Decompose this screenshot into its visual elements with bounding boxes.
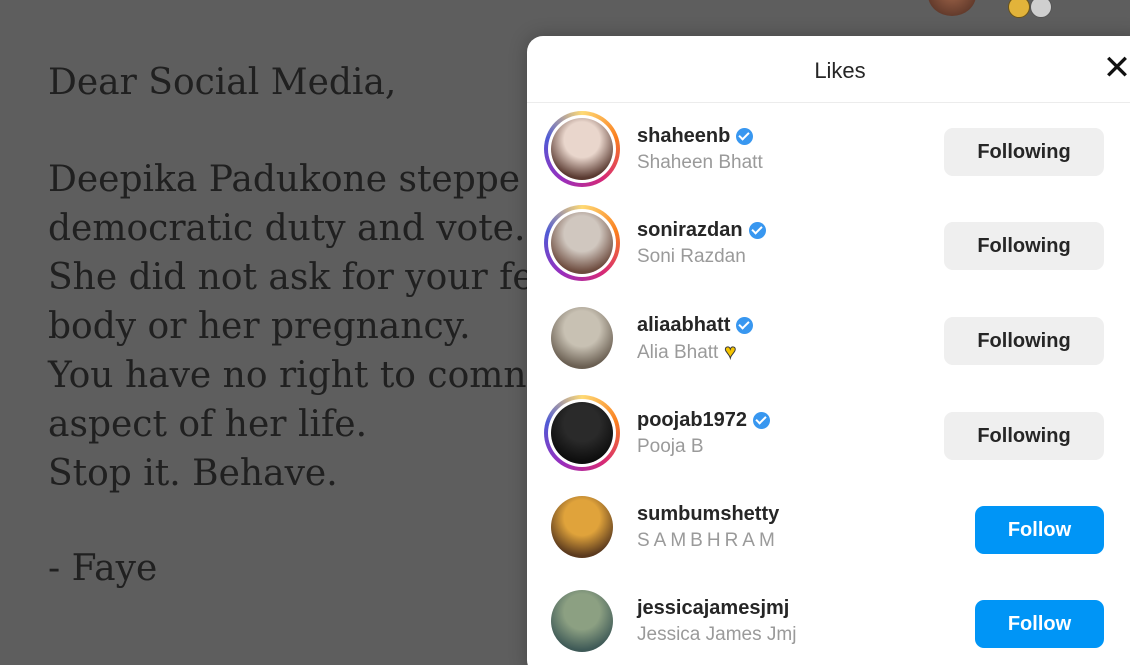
likes-modal: Likes ✕ shaheenb Shaheen Bhatt Following so… — [527, 36, 1130, 665]
full-name: Jessica James Jmj — [637, 624, 796, 646]
post-line: She did not ask for your fe — [48, 257, 534, 298]
profile-photo — [551, 307, 613, 369]
post-greeting: Dear Social Media, — [48, 62, 397, 103]
post-line: You have no right to comn — [48, 355, 527, 396]
username-text: poojab1972 — [637, 409, 748, 431]
modal-title: Likes — [814, 58, 866, 83]
full-name-text: Alia Bhatt — [637, 341, 719, 363]
follow-button[interactable]: Follow — [975, 506, 1104, 554]
full-name: Pooja B — [637, 436, 770, 458]
post-line: Stop it. Behave. — [48, 453, 338, 494]
username-text: jessicajamesjmj — [637, 597, 790, 619]
full-name: Shaheen Bhatt — [637, 152, 763, 174]
following-button[interactable]: Following — [944, 128, 1104, 176]
profile-photo — [551, 496, 613, 558]
post-signature: - Faye — [48, 548, 158, 589]
following-button[interactable]: Following — [944, 222, 1104, 270]
laugh-reaction-icon — [1008, 0, 1030, 18]
follow-button[interactable]: Follow — [975, 600, 1104, 648]
modal-header: Likes ✕ — [527, 36, 1130, 103]
avatar-frame — [548, 115, 616, 183]
verified-badge-icon — [753, 412, 771, 429]
like-reaction-icon — [1030, 0, 1052, 18]
profile-photo — [551, 590, 613, 652]
username-text: sonirazdan — [637, 219, 743, 241]
list-item[interactable]: aliaabhatt Alia Bhatt ♥ Following — [527, 291, 1130, 385]
username[interactable]: sonirazdan — [637, 219, 766, 242]
username[interactable]: shaheenb — [637, 125, 763, 148]
post-line: aspect of her life. — [48, 404, 368, 445]
full-name-text: Jessica James Jmj — [637, 624, 797, 645]
username-text: sumbumshetty — [637, 503, 780, 525]
username[interactable]: poojab1972 — [637, 409, 771, 432]
full-name: SAMBHRAM — [637, 530, 779, 552]
post-line: democratic duty and vote. — [48, 208, 526, 249]
profile-photo — [551, 118, 613, 180]
following-button[interactable]: Following — [944, 412, 1104, 460]
avatar-frame — [548, 399, 616, 467]
avatar-frame — [548, 587, 616, 655]
username-text: aliaabhatt — [637, 314, 731, 336]
reaction-icons — [1008, 0, 1068, 18]
avatar-frame — [548, 493, 616, 561]
user-info: shaheenb Shaheen Bhatt — [637, 125, 763, 174]
yellow-heart-icon: ♥ — [724, 341, 737, 364]
following-button[interactable]: Following — [944, 317, 1104, 365]
username-text: shaheenb — [637, 125, 731, 147]
avatar[interactable] — [544, 489, 620, 565]
username[interactable]: aliaabhatt — [637, 314, 754, 337]
full-name: Soni Razdan — [637, 246, 766, 268]
username[interactable]: jessicajamesjmj — [637, 597, 796, 620]
user-info: jessicajamesjmj Jessica James Jmj — [637, 597, 796, 646]
user-info: poojab1972 Pooja B — [637, 409, 771, 458]
close-icon[interactable]: ✕ — [1099, 48, 1130, 88]
screen: Dear Social Media, Deepika Padukone step… — [0, 0, 1130, 665]
username[interactable]: sumbumshetty — [637, 503, 779, 526]
verified-badge-icon — [736, 317, 754, 334]
profile-photo — [551, 212, 613, 274]
avatar[interactable] — [544, 300, 620, 376]
list-item[interactable]: poojab1972 Pooja B Following — [527, 386, 1130, 480]
avatar[interactable] — [544, 583, 620, 659]
list-item[interactable]: shaheenb Shaheen Bhatt Following — [527, 102, 1130, 196]
avatar-frame — [548, 209, 616, 277]
full-name-text: Shaheen Bhatt — [637, 152, 763, 173]
post-line: body or her pregnancy. — [48, 306, 471, 347]
post-line: Deepika Padukone steppe — [48, 159, 521, 200]
list-item[interactable]: sonirazdan Soni Razdan Following — [527, 196, 1130, 290]
full-name: Alia Bhatt ♥ — [637, 341, 753, 364]
avatar[interactable] — [544, 205, 620, 281]
full-name-text: Soni Razdan — [637, 246, 746, 267]
user-info: aliaabhatt Alia Bhatt ♥ — [637, 314, 754, 364]
profile-photo — [551, 402, 613, 464]
full-name-text: SAMBHRAM — [637, 530, 779, 551]
avatar[interactable] — [544, 395, 620, 471]
verified-badge-icon — [736, 128, 754, 145]
verified-badge-icon — [748, 222, 766, 239]
list-item[interactable]: sumbumshetty SAMBHRAM Follow — [527, 480, 1130, 574]
avatar-frame — [548, 304, 616, 372]
full-name-text: Pooja B — [637, 436, 704, 457]
post-text: Dear Social Media, Deepika Padukone step… — [48, 62, 608, 625]
user-info: sonirazdan Soni Razdan — [637, 219, 766, 268]
user-info: sumbumshetty SAMBHRAM — [637, 503, 779, 552]
list-item[interactable]: jessicajamesjmj Jessica James Jmj Follow — [527, 574, 1130, 665]
avatar[interactable] — [928, 0, 976, 16]
avatar[interactable] — [544, 111, 620, 187]
